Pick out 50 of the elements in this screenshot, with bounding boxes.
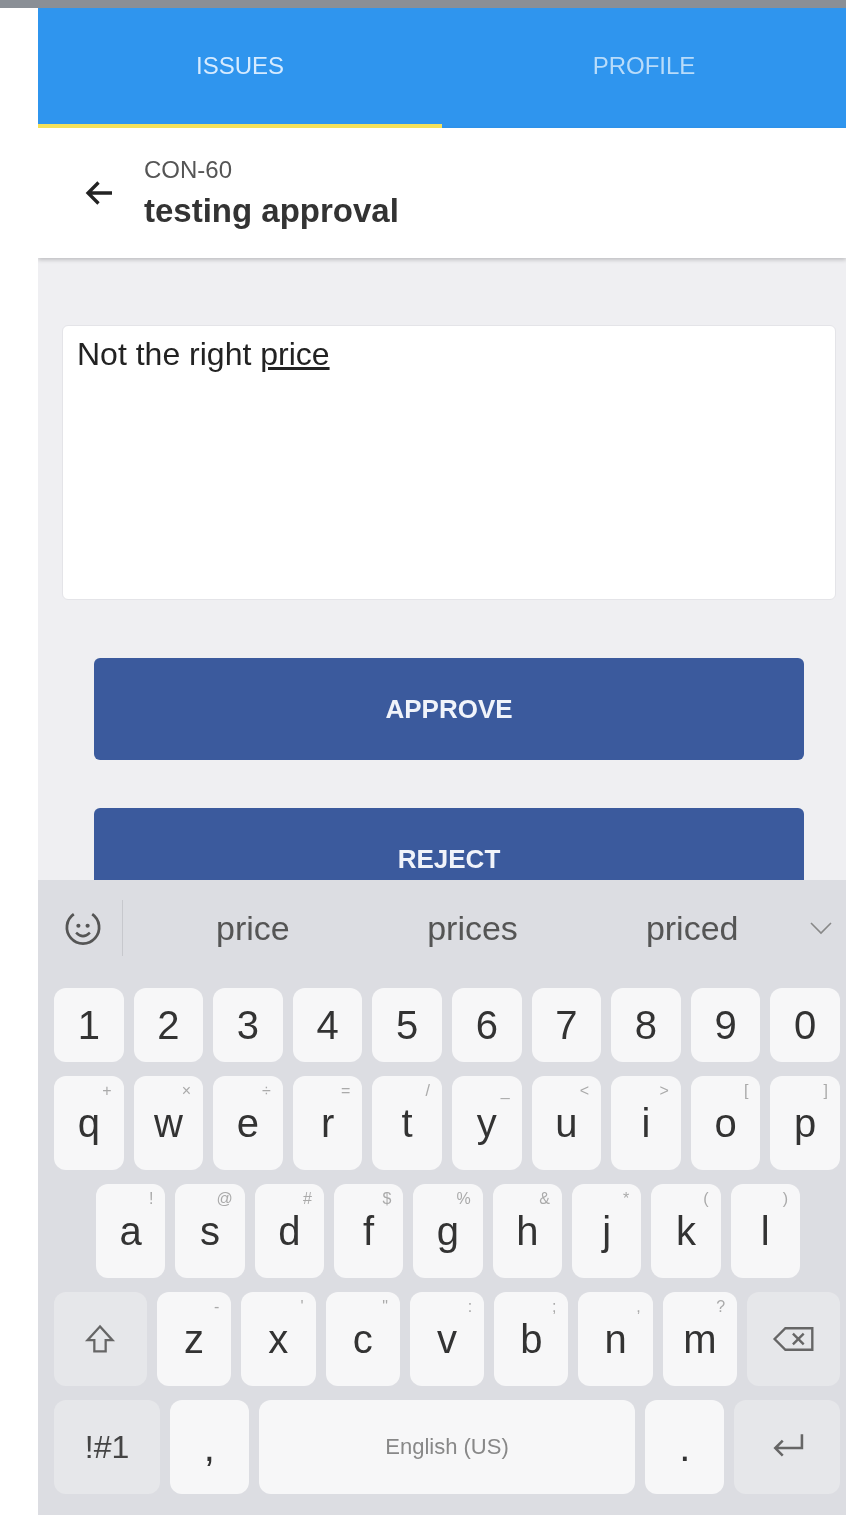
- keyboard-key[interactable]: ; b: [494, 1292, 569, 1386]
- approve-button[interactable]: APPROVE: [94, 658, 804, 760]
- keyboard-key[interactable]: - z: [156, 1292, 232, 1386]
- keyboard-key[interactable]: [ o: [690, 1076, 761, 1170]
- chevron-down-icon[interactable]: [808, 921, 834, 935]
- keyboard-key[interactable]: / t: [372, 1076, 442, 1170]
- reject-button[interactable]: REJECT: [94, 808, 804, 880]
- keyboard-key[interactable]: _ y: [451, 1076, 522, 1170]
- keyboard-key[interactable]: @ s: [175, 1184, 245, 1278]
- keyboard-key[interactable]: + q: [54, 1076, 124, 1170]
- keyboard-key[interactable]: : v: [409, 1292, 485, 1386]
- keyboard-key[interactable]: > i: [611, 1076, 681, 1170]
- keyboard-key[interactable]: ) l: [730, 1184, 800, 1278]
- issue-title: testing approval: [144, 192, 399, 230]
- keyboard-key[interactable]: 3: [213, 988, 283, 1062]
- keyboard-key[interactable]: 4: [292, 988, 363, 1062]
- keyboard-key[interactable]: 2: [133, 988, 204, 1062]
- keyboard-key[interactable]: .: [645, 1400, 724, 1494]
- keyboard-key[interactable]: , n: [578, 1292, 653, 1386]
- backspace-icon: [771, 1325, 816, 1353]
- keyboard-key[interactable]: $ f: [334, 1184, 404, 1278]
- keyboard-key[interactable]: % g: [413, 1184, 483, 1278]
- keyboard-key[interactable]: 8: [611, 988, 681, 1062]
- word-suggestion[interactable]: price: [143, 908, 363, 948]
- keyboard-key[interactable]: * j: [571, 1184, 642, 1278]
- keyboard-key[interactable]: 7: [531, 988, 602, 1062]
- keyboard-key[interactable]: ? m: [662, 1292, 738, 1386]
- keyboard-key[interactable]: " c: [325, 1292, 400, 1386]
- keyboard-key[interactable]: ] p: [770, 1076, 840, 1170]
- keyboard-key[interactable]: 5: [372, 988, 442, 1062]
- keyboard-key[interactable]: ! a: [96, 1184, 166, 1278]
- keyboard-key[interactable]: ( k: [651, 1184, 721, 1278]
- keyboard-key[interactable]: 6: [451, 988, 522, 1062]
- keyboard-key[interactable]: ' x: [241, 1292, 316, 1386]
- keyboard-key[interactable]: ,: [170, 1400, 249, 1494]
- keyboard-key[interactable]: = r: [292, 1076, 363, 1170]
- issue-key: CON-60: [144, 156, 399, 184]
- keyboard-key[interactable]: × w: [133, 1076, 204, 1170]
- word-suggestion[interactable]: priced: [582, 908, 802, 948]
- word-suggestion[interactable]: prices: [362, 908, 583, 948]
- keyboard-key[interactable]: < u: [531, 1076, 602, 1170]
- keyboard-key[interactable]: 0: [770, 988, 840, 1062]
- keyboard-key[interactable]: & h: [492, 1184, 562, 1278]
- symbols-key[interactable]: !#1: [54, 1400, 160, 1494]
- keyboard-key[interactable]: 1: [54, 988, 124, 1062]
- comment-field[interactable]: Not the right price: [62, 325, 836, 600]
- backspace-key[interactable]: [747, 1292, 840, 1386]
- keyboard-key[interactable]: 9: [690, 988, 761, 1062]
- keyboard-key[interactable]: ÷ e: [213, 1076, 283, 1170]
- keyboard-key[interactable]: # d: [254, 1184, 324, 1278]
